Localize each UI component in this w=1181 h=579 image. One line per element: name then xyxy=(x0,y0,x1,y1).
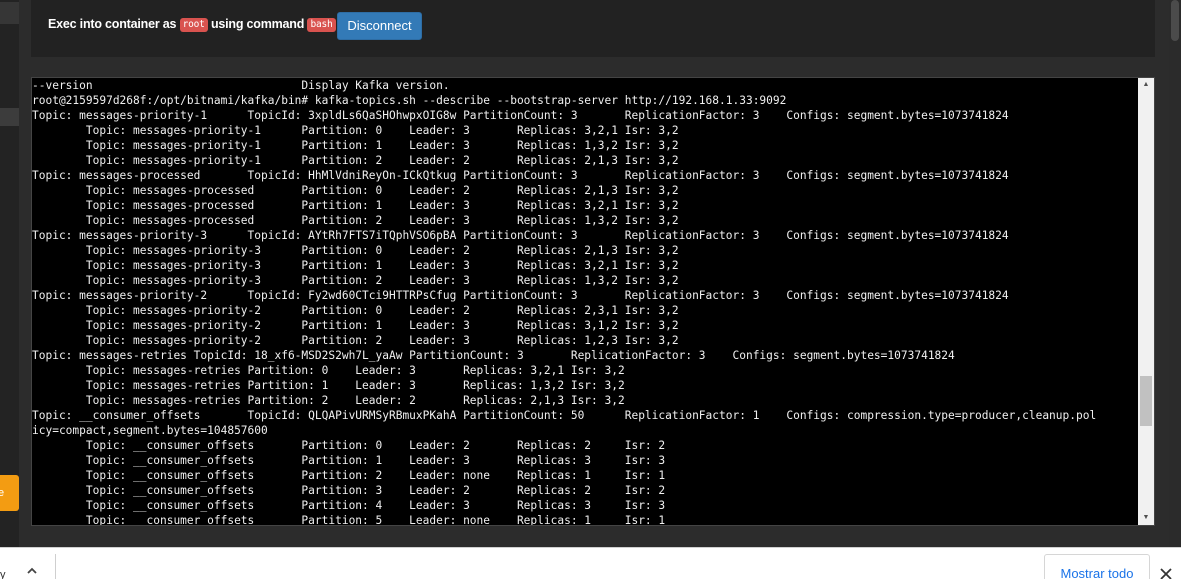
download-item-fragment[interactable]: y xyxy=(0,569,6,579)
page-scrollbar[interactable] xyxy=(1169,0,1181,547)
terminal-line: Topic: messages-processed Partition: 0 L… xyxy=(32,184,679,197)
terminal-line: Topic: __consumer_offsets Partition: 5 L… xyxy=(32,514,666,526)
terminal-line: Topic: __consumer_offsets Partition: 3 L… xyxy=(32,484,666,497)
terminal-line: Topic: messages-priority-2 Partition: 2 … xyxy=(32,334,679,347)
disconnect-button[interactable]: Disconnect xyxy=(337,12,422,40)
exec-header-panel: Exec into container as root using comman… xyxy=(31,0,1155,57)
chevron-up-icon[interactable] xyxy=(22,560,42,579)
scroll-up-arrow-icon[interactable]: ▲ xyxy=(1138,78,1154,92)
terminal-line: Topic: messages-priority-1 Partition: 0 … xyxy=(32,124,679,137)
sidebar-orange-button[interactable]: e xyxy=(0,475,19,511)
page-scrollbar-thumb[interactable] xyxy=(1171,0,1179,41)
terminal-line: Topic: messages-priority-3 Partition: 2 … xyxy=(32,274,679,287)
terminal-line: Topic: messages-processed Partition: 2 L… xyxy=(32,214,679,227)
user-badge: root xyxy=(179,18,208,32)
terminal-line: --version Display Kafka version. xyxy=(32,79,450,92)
terminal-line: Topic: __consumer_offsets Partition: 1 L… xyxy=(32,454,666,467)
terminal-line: Topic: messages-priority-1 Partition: 1 … xyxy=(32,139,679,152)
terminal-line: Topic: messages-priority-3 Partition: 1 … xyxy=(32,259,679,272)
terminal-scrollbar[interactable]: ▲ ▼ xyxy=(1138,78,1154,525)
terminal-scrollbar-thumb[interactable] xyxy=(1140,376,1152,426)
close-icon[interactable] xyxy=(1158,566,1174,579)
terminal-line: Topic: messages-priority-3 Partition: 0 … xyxy=(32,244,679,257)
terminal-line: icy=compact,segment.bytes=104857600 xyxy=(32,424,268,437)
terminal-line: Topic: messages-processed Partition: 1 L… xyxy=(32,199,679,212)
terminal-line: Topic: messages-priority-2 Partition: 0 … xyxy=(32,304,679,317)
terminal-line: Topic: __consumer_offsets Partition: 0 L… xyxy=(32,439,666,452)
terminal-line: Topic: __consumer_offsets Partition: 4 L… xyxy=(32,499,666,512)
terminal-line: Topic: messages-retries Partition: 1 Lea… xyxy=(32,379,625,392)
command-badge: bash xyxy=(307,18,336,32)
terminal-line: Topic: messages-processed TopicId: HhMlV… xyxy=(32,169,1009,182)
exec-prefix: Exec into container as xyxy=(48,17,177,31)
terminal-line: Topic: __consumer_offsets TopicId: QLQAP… xyxy=(32,409,1097,422)
sidebar-item-active[interactable] xyxy=(0,108,19,126)
terminal[interactable]: --version Display Kafka version. root@215… xyxy=(31,77,1155,526)
terminal-line: Topic: __consumer_offsets Partition: 2 L… xyxy=(32,469,666,482)
show-all-button[interactable]: Mostrar todo xyxy=(1044,554,1150,579)
scroll-down-arrow-icon[interactable]: ▼ xyxy=(1138,511,1154,525)
terminal-line: Topic: messages-retries Partition: 0 Lea… xyxy=(32,364,625,377)
exec-status-text: Exec into container as root using comman… xyxy=(48,17,336,32)
left-sidebar-edge: e xyxy=(0,0,19,547)
terminal-line: Topic: messages-priority-1 Partition: 2 … xyxy=(32,154,679,167)
terminal-line: Topic: messages-priority-2 Partition: 1 … xyxy=(32,319,679,332)
sidebar-item[interactable] xyxy=(0,2,19,24)
exec-middle: using command xyxy=(210,17,305,31)
terminal-line: Topic: messages-priority-2 TopicId: Fy2w… xyxy=(32,289,1009,302)
divider xyxy=(55,554,56,579)
terminal-line: Topic: messages-priority-3 TopicId: AYtR… xyxy=(32,229,1009,242)
terminal-line: Topic: messages-priority-1 TopicId: 3xpl… xyxy=(32,109,1009,122)
main-content: Exec into container as root using comman… xyxy=(19,0,1169,547)
terminal-output: --version Display Kafka version. root@215… xyxy=(32,78,1139,526)
terminal-line: root@2159597d268f:/opt/bitnami/kafka/bin… xyxy=(32,94,787,107)
terminal-line: Topic: messages-retries Partition: 2 Lea… xyxy=(32,394,625,407)
terminal-line: Topic: messages-retries TopicId: 18_xf6-… xyxy=(32,349,955,362)
download-bar: y Mostrar todo xyxy=(0,547,1181,579)
